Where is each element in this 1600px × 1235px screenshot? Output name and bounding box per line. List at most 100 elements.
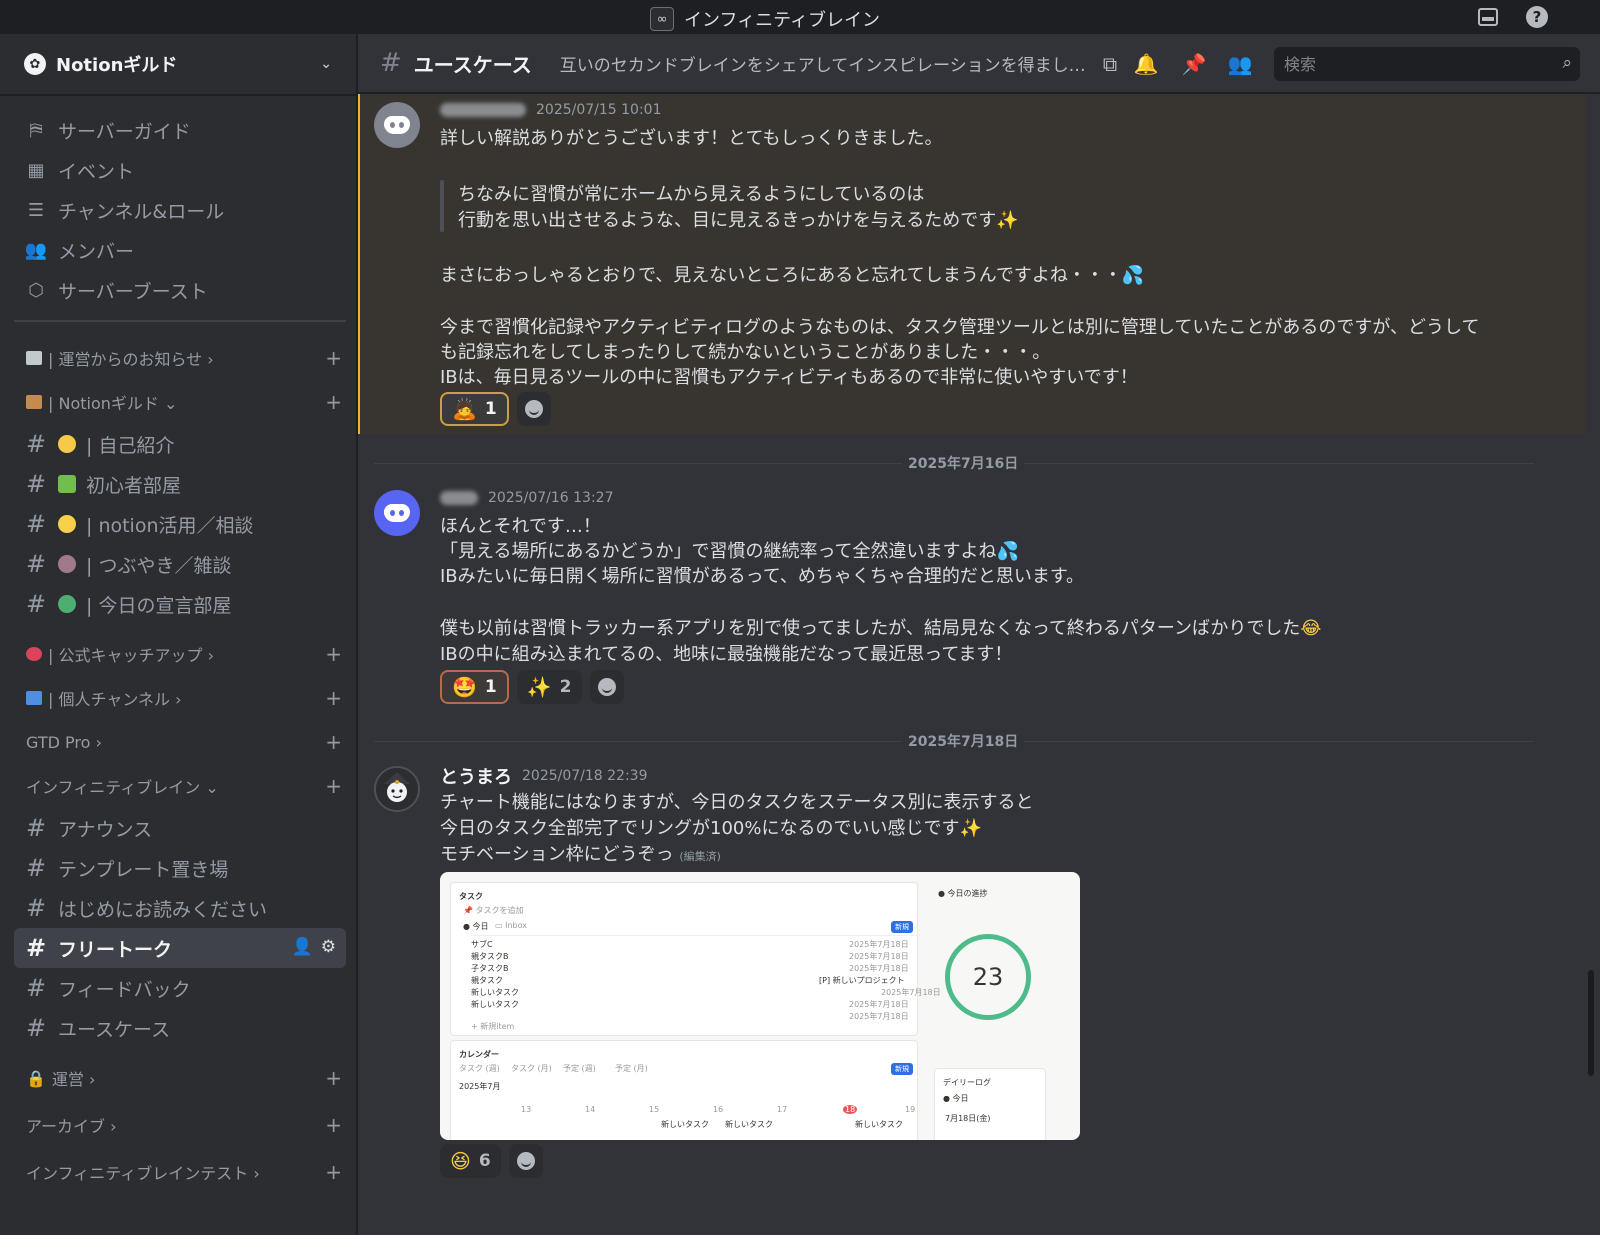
- search-input[interactable]: [1274, 53, 1536, 75]
- reaction-count: 1: [484, 399, 497, 419]
- threads-icon[interactable]: ⧉: [1098, 52, 1122, 76]
- category-ops[interactable]: 🔒 運営 › +: [14, 1056, 346, 1100]
- sidebar-item-members[interactable]: 👥 メンバー: [14, 230, 346, 270]
- cal-tab[interactable]: 予定 (週): [563, 1063, 596, 1074]
- pin-icon[interactable]: 📌: [1182, 52, 1207, 76]
- add-task-link[interactable]: 📌 タスクを追加: [463, 905, 524, 916]
- guild-icon: ✿: [24, 53, 46, 75]
- channel-label: | つぶやき／雑談: [86, 554, 232, 577]
- leaf-icon: [58, 595, 76, 613]
- username[interactable]: とうまろ: [440, 763, 512, 789]
- scrollbar-thumb[interactable]: [1588, 970, 1594, 1076]
- sidebar-item-server-boost[interactable]: ⬡ サーバーブースト: [14, 270, 346, 310]
- channel-chat[interactable]: # | つぶやき／雑談: [14, 544, 346, 584]
- category-label: 運営 ›: [51, 1070, 96, 1089]
- signpost-icon: ⛿: [29, 119, 43, 141]
- sidebar-item-channels-roles[interactable]: ☰ チャンネル&ロール: [14, 190, 346, 230]
- member-list-icon[interactable]: 👥: [1228, 52, 1253, 76]
- lightbulb-icon: [58, 515, 76, 533]
- tab-today[interactable]: ● 今日: [463, 921, 489, 932]
- channel-free-talk[interactable]: # フリートーク 👤 ⚙: [14, 928, 346, 968]
- category-announce[interactable]: | 運営からのお知らせ › +: [14, 336, 346, 380]
- daily-log-tab[interactable]: ● 今日: [943, 1093, 969, 1104]
- smile-icon: [516, 1152, 535, 1170]
- reaction-count: 1: [484, 677, 497, 697]
- channel-feedback[interactable]: # フィードバック: [14, 968, 346, 1008]
- message-text: IBの中に組み込まれてるの、地味に最強機能だなって最近思ってます！: [440, 644, 1013, 665]
- category-archive[interactable]: アーカイブ › +: [14, 1103, 346, 1147]
- new-button[interactable]: 新規: [891, 921, 913, 933]
- channel-use-case[interactable]: # ユースケース: [14, 1008, 346, 1048]
- username-redacted[interactable]: [440, 491, 478, 505]
- reaction-button[interactable]: 🤩 1: [440, 670, 509, 704]
- reaction-button[interactable]: ✨ 2: [516, 670, 582, 704]
- channel-announce[interactable]: # アナウンス: [14, 808, 346, 848]
- avatar[interactable]: [374, 490, 420, 536]
- add-channel-icon[interactable]: +: [325, 1113, 342, 1137]
- add-channel-icon[interactable]: +: [325, 1066, 342, 1090]
- title-bar: ∞ インフィニティブレイン ?: [0, 0, 1600, 34]
- add-channel-icon[interactable]: +: [325, 686, 342, 710]
- category-notion-guild[interactable]: | Notionギルド ⌄ +: [14, 380, 346, 424]
- search-box[interactable]: ⌕: [1274, 47, 1580, 81]
- cal-tab[interactable]: タスク (月): [511, 1063, 552, 1074]
- cal-day-today: 18: [843, 1105, 858, 1114]
- message-text: IBは、毎日見るツールの中に習慣もアクティビティもあるので非常に使いやすいです！: [440, 367, 1138, 388]
- guild-header[interactable]: ✿ Notionギルド ⌄: [0, 34, 356, 96]
- message-text: も記録忘れをしてしまったりして続かないということがありました・・・。: [440, 342, 1051, 363]
- channel-beginners[interactable]: # 初心者部屋: [14, 464, 346, 504]
- category-infinity[interactable]: インフィニティブレイン ⌄ +: [14, 764, 346, 808]
- message-list[interactable]: 2025/07/15 10:01 詳しい解説ありがとうございます！とてもしっくり…: [358, 94, 1600, 1235]
- sidebar-item-events[interactable]: ▦ イベント: [14, 150, 346, 190]
- message-text: モチベーション枠にどうぞっ (編集済): [440, 844, 721, 865]
- channel-declaration[interactable]: # | 今日の宣言部屋: [14, 584, 346, 624]
- username-redacted[interactable]: [440, 103, 526, 117]
- add-channel-icon[interactable]: +: [325, 390, 342, 414]
- help-icon[interactable]: ?: [1525, 5, 1549, 29]
- new-button[interactable]: 新規: [891, 1063, 913, 1075]
- task-name: 親タスク: [471, 976, 503, 985]
- add-channel-icon[interactable]: +: [325, 346, 342, 370]
- sidebar-item-server-guide[interactable]: ⛿ サーバーガイド: [14, 110, 346, 150]
- add-channel-icon[interactable]: +: [325, 1160, 342, 1184]
- channel-notion-usage[interactable]: # | notion活用／相談: [14, 504, 346, 544]
- channel-templates[interactable]: # テンプレート置き場: [14, 848, 346, 888]
- channel-topic[interactable]: 互いのセカンドブレインをシェアしてインスピレーションを得ましょ…: [560, 51, 1090, 76]
- new-item-link[interactable]: + 新規item: [471, 1021, 514, 1032]
- add-reaction-button[interactable]: [589, 670, 624, 704]
- bell-icon[interactable]: 🔔: [1134, 52, 1159, 76]
- channel-self-intro[interactable]: # | 自己紹介: [14, 424, 346, 464]
- add-channel-icon[interactable]: +: [325, 774, 342, 798]
- channel-header: # ユースケース 互いのセカンドブレインをシェアしてインスピレーションを得ましょ…: [358, 34, 1600, 94]
- channel-read-first[interactable]: # はじめにお読みください: [14, 888, 346, 928]
- category-label: | 個人チャンネル ›: [48, 690, 182, 709]
- category-personal[interactable]: | 個人チャンネル › +: [14, 676, 346, 720]
- gear-icon[interactable]: ⚙: [321, 937, 336, 957]
- grinning-squint-emoji-icon: 😆: [450, 1149, 471, 1173]
- invite-icon[interactable]: 👤: [292, 937, 313, 957]
- add-channel-icon[interactable]: +: [325, 642, 342, 666]
- avatar[interactable]: [374, 102, 420, 148]
- add-reaction-button[interactable]: [516, 392, 551, 426]
- tab-inbox[interactable]: ▭ Inbox: [495, 921, 527, 930]
- reaction-button[interactable]: 😆 6: [440, 1144, 501, 1178]
- cal-tab[interactable]: タスク (週): [459, 1063, 500, 1074]
- category-gtd[interactable]: GTD Pro › +: [14, 720, 346, 764]
- user-avatar-illustration-icon: [376, 768, 418, 810]
- reaction-button[interactable]: 🙇 1: [440, 392, 509, 426]
- cal-day: 13: [521, 1105, 532, 1114]
- image-attachment[interactable]: タスク 📌 タスクを追加 ● 今日 ▭ Inbox 新規 サブC 2025年7月…: [440, 872, 1080, 1140]
- avatar[interactable]: [374, 766, 420, 812]
- add-reaction-button[interactable]: [508, 1144, 543, 1178]
- inbox-icon[interactable]: [1476, 5, 1500, 29]
- cal-day: 14: [585, 1105, 596, 1114]
- add-channel-icon[interactable]: +: [325, 730, 342, 754]
- category-label: インフィニティブレイン ⌄: [26, 778, 219, 797]
- timestamp: 2025/07/18 22:39: [522, 768, 648, 784]
- ring-value: 23: [972, 963, 1004, 991]
- sidebar-item-label: サーバーブースト: [58, 280, 208, 303]
- channel-label: | 自己紹介: [86, 434, 175, 457]
- category-infinity-test[interactable]: インフィニティブレインテスト › +: [14, 1150, 346, 1194]
- cal-tab[interactable]: 予定 (月): [615, 1063, 648, 1074]
- category-catchup[interactable]: | 公式キャッチアップ › +: [14, 632, 346, 676]
